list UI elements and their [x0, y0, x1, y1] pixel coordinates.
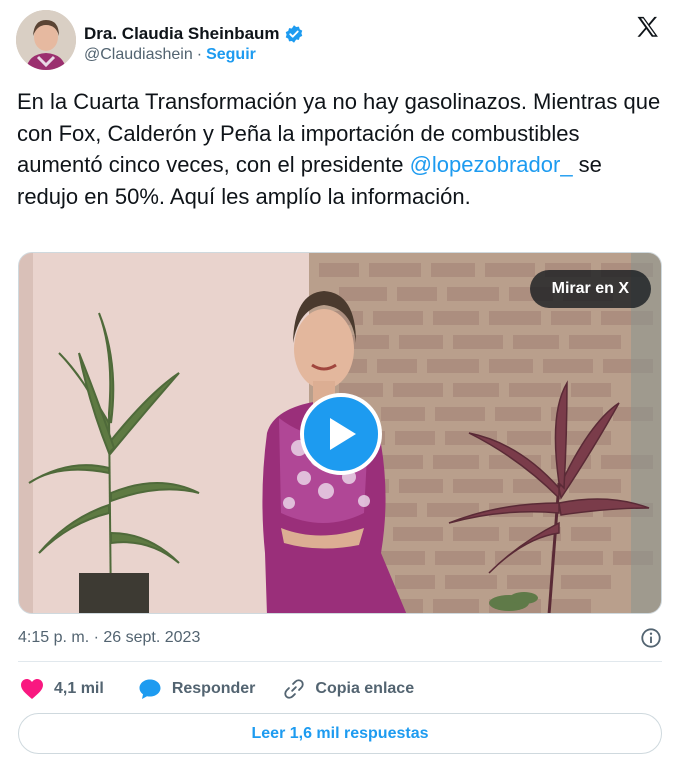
tweet-text: En la Cuarta Transformación ya no hay ga… [17, 86, 667, 212]
x-logo-icon[interactable] [634, 14, 662, 42]
action-bar: 4,1 mil Responder Copia enlace [20, 674, 414, 704]
author-handle[interactable]: @Claudiashein [84, 46, 193, 64]
avatar-image [16, 10, 76, 70]
mention-link[interactable]: @lopezobrador_ [410, 152, 573, 177]
watch-on-x-button[interactable]: Mirar en X [529, 270, 651, 308]
reply-button[interactable]: Responder [138, 678, 256, 700]
heart-icon [21, 679, 43, 699]
play-icon [330, 418, 356, 450]
author-display-name[interactable]: Dra. Claudia Sheinbaum [84, 24, 280, 44]
author-name-row: Dra. Claudia Sheinbaum [84, 24, 304, 44]
follow-button[interactable]: Seguir [206, 46, 256, 64]
timestamp-row: 4:15 p. m. · 26 sept. 2023 [18, 626, 662, 650]
author-handle-row: @Claudiashein · Seguir [84, 46, 256, 64]
separator-dot: · [196, 46, 203, 63]
video-media[interactable]: Mirar en X [18, 252, 662, 614]
divider [18, 661, 662, 662]
copy-link-label: Copia enlace [315, 680, 415, 697]
verified-badge-icon [285, 25, 302, 43]
copy-link-button[interactable]: Copia enlace [283, 678, 414, 700]
reply-label: Responder [171, 680, 256, 697]
tweet-timestamp[interactable]: 4:15 p. m. · 26 sept. 2023 [18, 629, 200, 647]
like-count: 4,1 mil [54, 680, 104, 697]
read-replies-button[interactable]: Leer 1,6 mil respuestas [18, 713, 662, 754]
play-button[interactable] [300, 393, 382, 475]
avatar[interactable] [16, 10, 76, 70]
link-icon [284, 679, 305, 699]
like-button[interactable]: 4,1 mil [20, 678, 104, 700]
tweet-header: Dra. Claudia Sheinbaum @Claudiashein · S… [16, 10, 664, 74]
info-icon[interactable] [640, 627, 662, 649]
reply-bubble-icon [139, 679, 161, 699]
